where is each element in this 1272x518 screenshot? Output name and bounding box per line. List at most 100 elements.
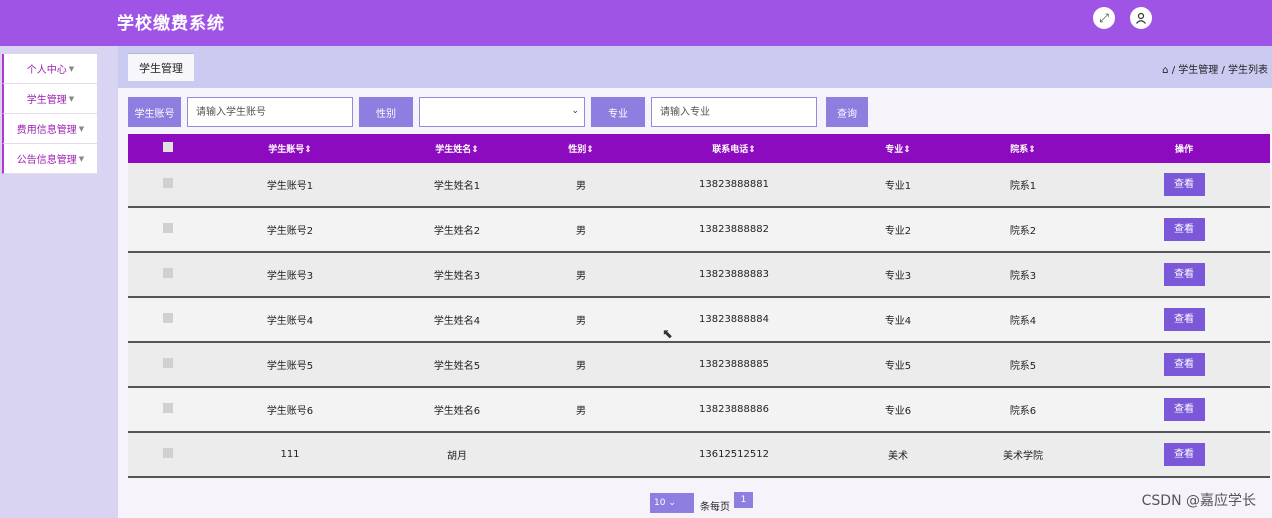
cell-phone: 13823888884 — [699, 314, 769, 325]
cell-account: 学生账号3 — [266, 271, 314, 282]
cell-actions: 查看 — [1098, 443, 1270, 466]
cell-dept: 院系2 — [1009, 226, 1037, 237]
watermark: CSDN @嘉应学长 — [1141, 493, 1256, 509]
page-number-current[interactable]: 1 — [734, 492, 753, 508]
view-button[interactable]: 查看 — [1163, 218, 1205, 241]
chevron-down-icon: ⌄ — [571, 106, 579, 116]
view-button[interactable]: 查看 — [1163, 398, 1205, 421]
cell-name: 学生姓名2 — [433, 226, 481, 237]
cell-major: 专业2 — [884, 226, 912, 237]
fullscreen-icon[interactable]: ⤢ — [1093, 7, 1115, 29]
page-size-select[interactable]: 10 ⌄ — [650, 493, 694, 513]
caret-down-icon: ▼ — [68, 94, 75, 103]
row-checkbox-cell — [128, 178, 208, 191]
cell-name: 学生姓名4 — [433, 316, 481, 327]
view-button[interactable]: 查看 — [1163, 353, 1205, 376]
gender-label: 性别 — [359, 97, 413, 127]
row-checkbox[interactable] — [163, 358, 173, 368]
cell-name: 学生姓名1 — [433, 181, 481, 192]
sidebar-item-personal-center[interactable]: 个人中心 ▼ — [2, 54, 97, 84]
cell-name: 学生姓名6 — [433, 406, 481, 417]
cell-gender: 男 — [576, 361, 586, 372]
home-icon[interactable]: ⌂ — [1162, 65, 1168, 76]
select-all-checkbox[interactable] — [163, 142, 173, 152]
table-header: 学生账号⇕ 学生姓名⇕ 性别⇕ 联系电话⇕ 专业⇕ 院系⇕ 操作 — [128, 134, 1270, 163]
view-button[interactable]: 查看 — [1163, 308, 1205, 331]
row-checkbox-cell — [128, 223, 208, 236]
sidebar-item-notice-management[interactable]: 公告信息管理 ▼ — [2, 144, 97, 174]
gender-select[interactable]: ⌄ — [419, 97, 585, 127]
header-actions: 操作 — [1174, 145, 1193, 155]
cell-major: 专业6 — [884, 406, 912, 417]
sidebar-item-fee-management[interactable]: 费用信息管理 ▼ — [2, 114, 97, 144]
view-button[interactable]: 查看 — [1163, 443, 1205, 466]
row-checkbox-cell — [128, 448, 208, 461]
cell-dept: 院系5 — [1009, 361, 1037, 372]
row-checkbox[interactable] — [163, 223, 173, 233]
row-checkbox-cell — [128, 268, 208, 281]
cell-phone: 13823888881 — [699, 179, 769, 190]
cell-actions: 查看 — [1098, 263, 1270, 286]
row-checkbox[interactable] — [163, 403, 173, 413]
cell-dept: 院系6 — [1009, 406, 1037, 417]
cell-gender: 男 — [576, 181, 586, 192]
row-checkbox[interactable] — [163, 178, 173, 188]
cell-phone: 13823888886 — [699, 404, 769, 415]
main-content: 学生管理 ⌂ / 学生管理 / 学生列表 学生账号 性别 ⌄ 专业 查询 学生账… — [118, 46, 1272, 518]
row-checkbox-cell — [128, 313, 208, 326]
account-input[interactable] — [187, 97, 353, 127]
cell-actions: 查看 — [1098, 218, 1270, 241]
table-row: 学生账号1 学生姓名1 男 13823888881 专业1 院系1 查看 — [128, 163, 1270, 208]
sidebar-item-label: 个人中心 — [26, 65, 67, 76]
cell-gender: 男 — [576, 226, 586, 237]
row-checkbox[interactable] — [163, 448, 173, 458]
page-title: 学生管理 — [128, 53, 194, 81]
cell-actions: 查看 — [1098, 173, 1270, 196]
cell-gender: 男 — [576, 406, 586, 417]
select-all-cell — [128, 142, 208, 155]
query-button[interactable]: 查询 — [826, 97, 868, 127]
cell-major: 专业1 — [884, 181, 912, 192]
row-checkbox-cell — [128, 403, 208, 416]
cell-phone: 13823888883 — [699, 269, 769, 280]
breadcrumb: ⌂ / 学生管理 / 学生列表 — [1162, 61, 1268, 76]
table-body: 学生账号1 学生姓名1 男 13823888881 专业1 院系1 查看 学生账号2 学生姓名2… — [128, 163, 1270, 478]
cell-actions: 查看 — [1098, 353, 1270, 376]
cell-dept: 院系3 — [1009, 271, 1037, 282]
header-account[interactable]: 学生账号⇕ — [208, 142, 372, 155]
mouse-cursor-icon: ⬉ — [662, 327, 673, 342]
table-row: 学生账号6 学生姓名6 男 13823888886 专业6 院系6 查看 — [128, 388, 1270, 433]
cell-actions: 查看 — [1098, 398, 1270, 421]
view-button[interactable]: 查看 — [1163, 263, 1205, 286]
cell-major: 专业3 — [884, 271, 912, 282]
major-input[interactable] — [651, 97, 817, 127]
breadcrumb-bar: 学生管理 ⌂ / 学生管理 / 学生列表 — [118, 46, 1272, 88]
cell-phone: 13612512512 — [699, 449, 769, 460]
row-checkbox[interactable] — [163, 268, 173, 278]
app-title: 学校缴费系统 — [117, 14, 225, 34]
view-button[interactable]: 查看 — [1163, 173, 1205, 196]
cell-account: 111 — [280, 449, 300, 460]
user-icon[interactable] — [1130, 7, 1152, 29]
cell-account: 学生账号2 — [266, 226, 314, 237]
cell-account: 学生账号4 — [266, 316, 314, 327]
header-dept[interactable]: 院系⇕ — [948, 142, 1098, 155]
cell-name: 学生姓名5 — [433, 361, 481, 372]
header-phone[interactable]: 联系电话⇕ — [620, 142, 848, 155]
account-label: 学生账号 — [128, 97, 181, 127]
row-checkbox[interactable] — [163, 313, 173, 323]
page-size-value: 10 — [654, 498, 666, 508]
cell-dept: 美术学院 — [1003, 451, 1043, 462]
header-major[interactable]: 专业⇕ — [848, 142, 948, 155]
sidebar-item-label: 公告信息管理 — [16, 155, 77, 166]
cell-major: 专业4 — [884, 316, 912, 327]
cell-major: 专业5 — [884, 361, 912, 372]
sidebar-item-student-management[interactable]: 学生管理 ▼ — [2, 84, 97, 114]
header-gender[interactable]: 性别⇕ — [542, 142, 620, 155]
header-name[interactable]: 学生姓名⇕ — [372, 142, 542, 155]
cell-phone: 13823888885 — [699, 359, 769, 370]
table-row: 学生账号5 学生姓名5 男 13823888885 专业5 院系5 查看 — [128, 343, 1270, 388]
cell-phone: 13823888882 — [699, 224, 769, 235]
row-checkbox-cell — [128, 358, 208, 371]
search-bar: 学生账号 性别 ⌄ 专业 查询 — [118, 97, 1272, 127]
